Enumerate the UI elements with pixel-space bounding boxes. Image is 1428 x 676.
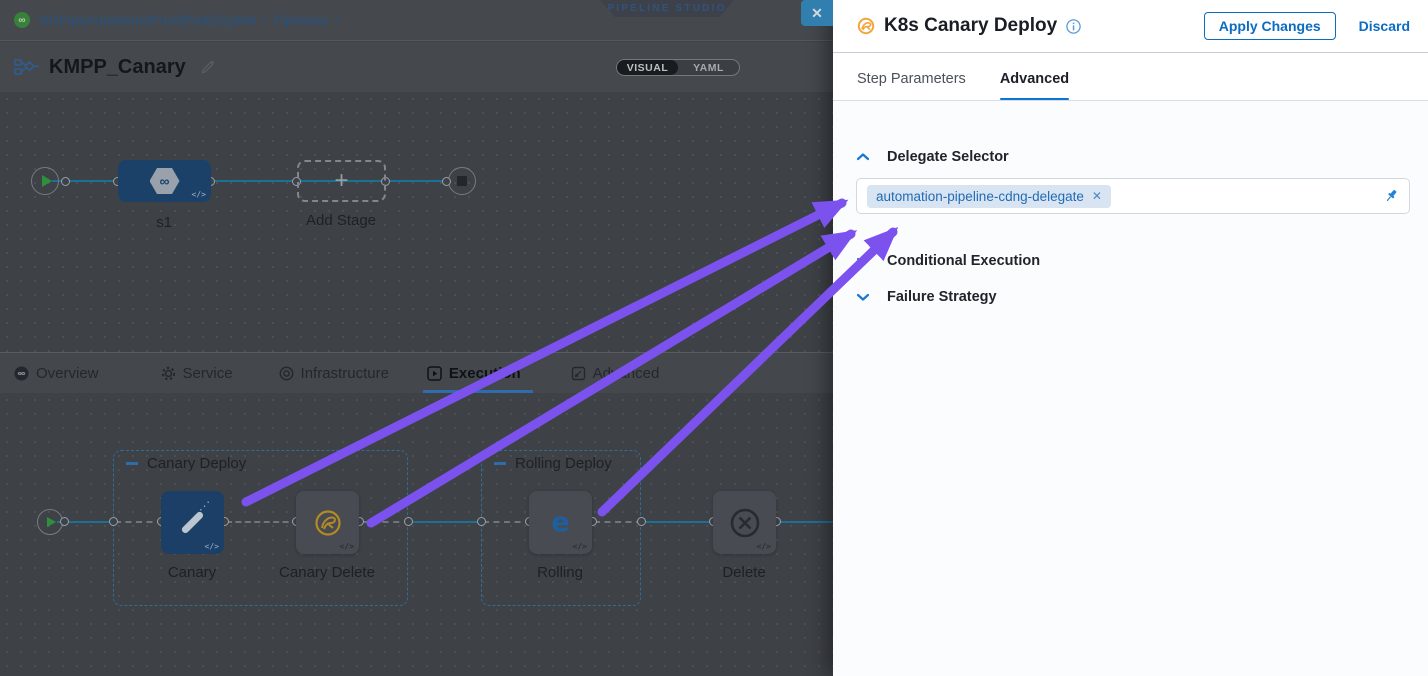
chevron-right-icon: ›: [336, 13, 340, 27]
visual-toggle-button[interactable]: VISUAL: [617, 60, 678, 75]
group-label: Canary Deploy: [147, 455, 246, 472]
breadcrumb-pipelines-link[interactable]: Pipelines: [274, 13, 329, 28]
stage-s1-card[interactable]: ∞ </>: [118, 160, 211, 202]
collapse-minus-icon[interactable]: [126, 462, 138, 465]
advanced-icon: [571, 366, 586, 381]
gear-icon: [161, 366, 176, 381]
graph-node: [442, 177, 451, 186]
breadcrumb: ∞ NGPipeAutoDemoProXBVbESzyM8 › Pipeline…: [14, 12, 340, 28]
section-label: Failure Strategy: [887, 289, 997, 305]
tab-advanced[interactable]: Advanced: [571, 353, 660, 393]
tab-overview[interactable]: Overview: [14, 353, 99, 393]
tab-label: Infrastructure: [301, 365, 389, 382]
exec-connector: [778, 521, 833, 523]
tab-label: Overview: [36, 365, 99, 382]
graph-node: [404, 517, 413, 526]
step-rolling[interactable]: e </>: [529, 491, 592, 554]
chevron-right-icon: ›: [263, 13, 267, 27]
chevron-up-icon[interactable]: [856, 152, 870, 162]
code-icon: </>: [192, 190, 206, 199]
harness-logo-icon: ∞: [14, 12, 30, 28]
pipeline-run-start-node[interactable]: [31, 167, 59, 195]
overview-icon: [14, 366, 29, 381]
pin-icon[interactable]: [1383, 188, 1399, 204]
drawer-title: K8s Canary Deploy: [884, 15, 1057, 37]
stage-graph-canvas: ∞ </> s1 + Add Stage: [0, 92, 833, 352]
group-label-rolling-deploy[interactable]: Rolling Deploy: [494, 455, 612, 472]
drawer-body: Delegate Selector automation-pipeline-cd…: [833, 101, 1428, 676]
pipeline-studio-badge: PIPELINE STUDIO: [600, 0, 734, 17]
exec-connector: [642, 521, 715, 523]
edit-pencil-icon[interactable]: [200, 59, 216, 75]
breadcrumb-project-link[interactable]: NGPipeAutoDemoProXBVbESzyM8: [39, 13, 256, 28]
stop-icon: [457, 176, 467, 186]
section-label: Delegate Selector: [887, 149, 1009, 165]
add-stage-label: Add Stage: [306, 212, 376, 229]
section-conditional-execution[interactable]: Conditional Execution: [856, 253, 1410, 269]
play-icon: [47, 517, 56, 527]
visual-yaml-toggle: VISUAL YAML: [616, 59, 740, 76]
section-delegate-selector[interactable]: Delegate Selector: [856, 149, 1410, 165]
code-icon: </>: [205, 542, 219, 551]
execution-icon: [427, 366, 442, 381]
stage-s1-label: s1: [156, 214, 172, 231]
close-drawer-button[interactable]: ✕: [801, 0, 833, 26]
delegate-selector-input[interactable]: automation-pipeline-cdng-delegate ✕: [856, 178, 1410, 214]
drawer-header: K8s Canary Deploy Apply Changes Discard: [833, 0, 1428, 53]
step-delete[interactable]: </>: [713, 491, 776, 554]
play-icon: [42, 175, 52, 187]
exec-connector: [408, 521, 483, 523]
step-canary-delete[interactable]: </>: [296, 491, 359, 554]
graph-node: [109, 517, 118, 526]
section-failure-strategy[interactable]: Failure Strategy: [856, 289, 1410, 305]
yaml-toggle-button[interactable]: YAML: [678, 60, 739, 75]
delegate-tag: automation-pipeline-cdng-delegate ✕: [867, 185, 1111, 208]
pipeline-icon: [14, 58, 40, 76]
delegate-tag-label: automation-pipeline-cdng-delegate: [876, 189, 1084, 204]
info-icon[interactable]: [1066, 19, 1081, 34]
tab-service[interactable]: Service: [161, 353, 233, 393]
tab-label: Execution: [449, 365, 521, 382]
deploy-stage-icon: ∞: [150, 168, 180, 194]
graph-node: [61, 177, 70, 186]
plus-icon: +: [334, 167, 348, 195]
step-group-canary-deploy[interactable]: [113, 450, 408, 606]
remove-tag-icon[interactable]: ✕: [1092, 189, 1102, 203]
chevron-down-icon[interactable]: [856, 292, 870, 302]
apply-changes-button[interactable]: Apply Changes: [1204, 12, 1336, 40]
execution-graph-canvas: Canary Deploy Rolling Deploy </> Canary …: [0, 393, 833, 676]
tab-step-parameters[interactable]: Step Parameters: [857, 71, 966, 100]
step-config-drawer: K8s Canary Deploy Apply Changes Discard …: [833, 0, 1428, 676]
stage-tab-bar: Overview Service Infrastructure Executio…: [0, 352, 833, 393]
tab-advanced[interactable]: Advanced: [1000, 71, 1069, 100]
code-icon: </>: [573, 542, 587, 551]
tab-infrastructure[interactable]: Infrastructure: [279, 353, 389, 393]
pipeline-name: KMPP_Canary: [49, 56, 186, 79]
graph-node: [637, 517, 646, 526]
collapse-minus-icon[interactable]: [494, 462, 506, 465]
k8s-canary-icon: [857, 17, 875, 35]
add-stage-button[interactable]: +: [297, 160, 386, 202]
chevron-down-icon[interactable]: [856, 256, 870, 266]
step-label-delete: Delete: [722, 564, 765, 581]
group-label-canary-deploy[interactable]: Canary Deploy: [126, 455, 246, 472]
graph-node: [60, 517, 69, 526]
group-label: Rolling Deploy: [515, 455, 612, 472]
infrastructure-icon: [279, 366, 294, 381]
discard-button[interactable]: Discard: [1359, 18, 1410, 34]
section-label: Conditional Execution: [887, 253, 1040, 269]
tab-label: Service: [183, 365, 233, 382]
step-canary[interactable]: </>: [161, 491, 224, 554]
tab-execution[interactable]: Execution: [427, 353, 521, 393]
tab-label: Advanced: [593, 365, 660, 382]
drawer-tab-bar: Step Parameters Advanced: [833, 53, 1428, 101]
pipeline-end-node: [448, 167, 476, 195]
graph-node: [477, 517, 486, 526]
code-icon: </>: [757, 542, 771, 551]
pipeline-studio-canvas: ∞ NGPipeAutoDemoProXBVbESzyM8 › Pipeline…: [0, 0, 833, 676]
code-icon: </>: [340, 542, 354, 551]
